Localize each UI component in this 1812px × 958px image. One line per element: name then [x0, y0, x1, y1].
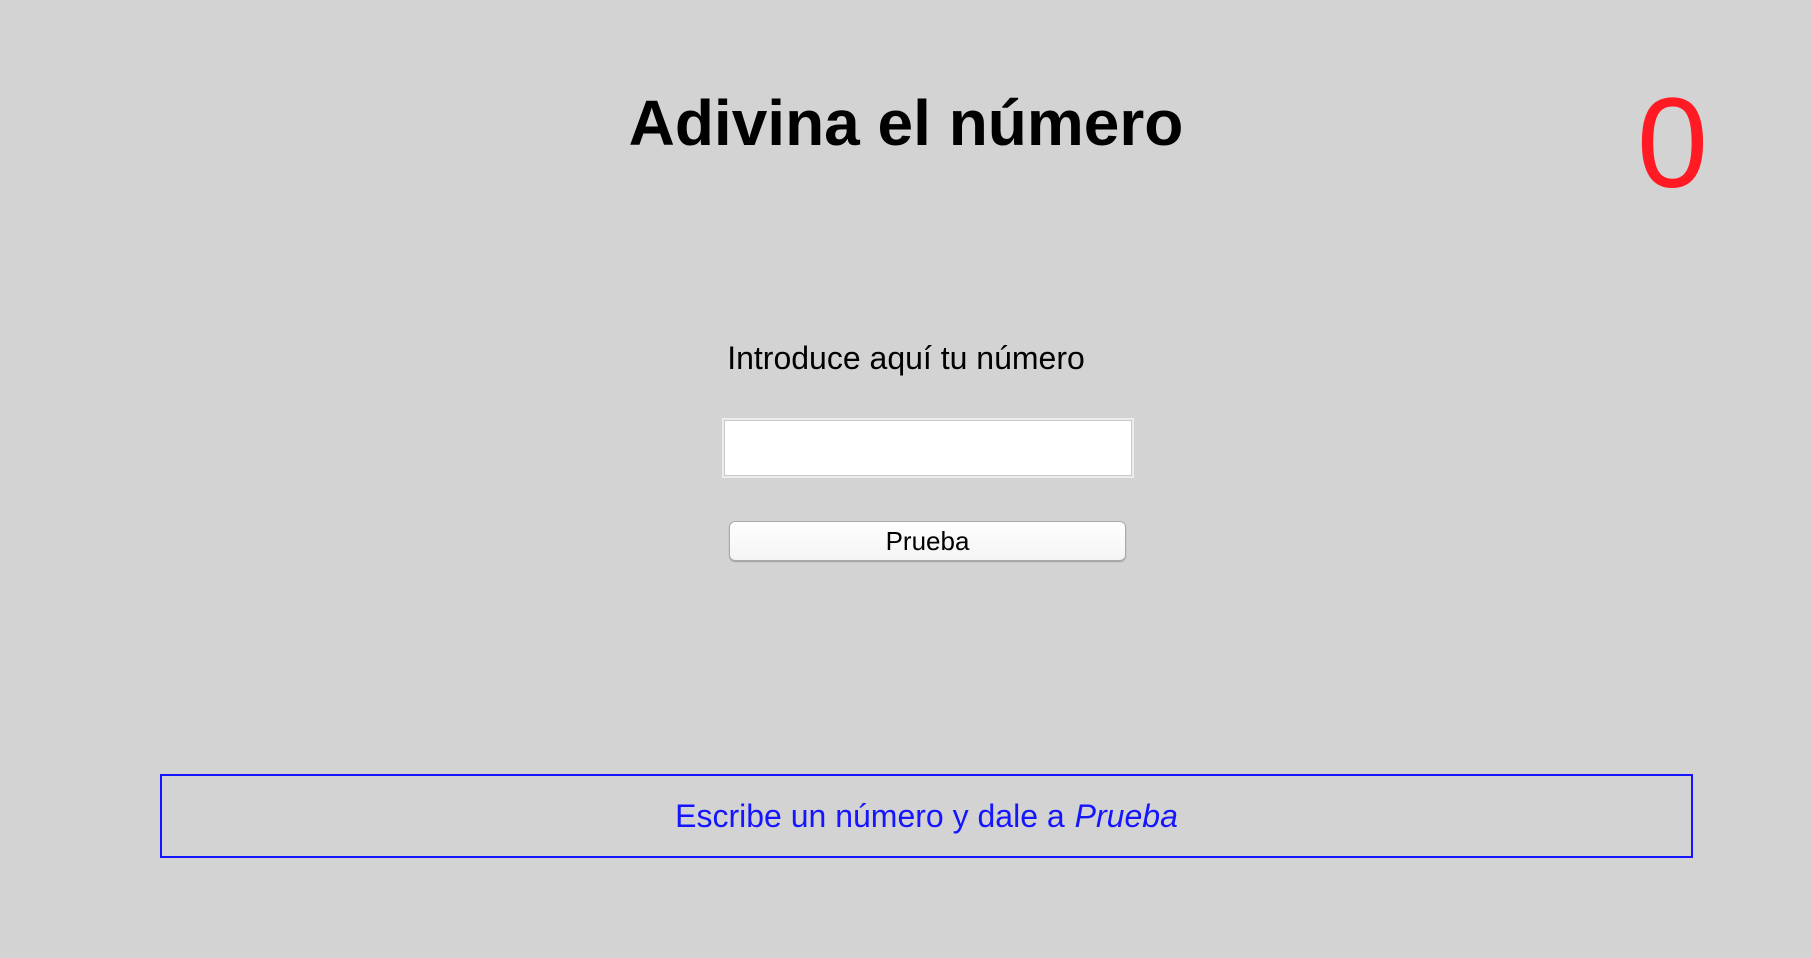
- attempt-counter: 0: [1636, 72, 1708, 215]
- page-title: Adivina el número: [628, 87, 1184, 159]
- status-message-emphasis: Prueba: [1074, 797, 1178, 834]
- number-input[interactable]: [722, 418, 1134, 478]
- number-prompt-label: Introduce aquí tu número: [727, 340, 1085, 376]
- status-message-box: Escribe un número y dale a Prueba: [160, 774, 1693, 858]
- status-message-text: Escribe un número y dale a: [675, 797, 1065, 834]
- try-button[interactable]: Prueba: [729, 521, 1126, 561]
